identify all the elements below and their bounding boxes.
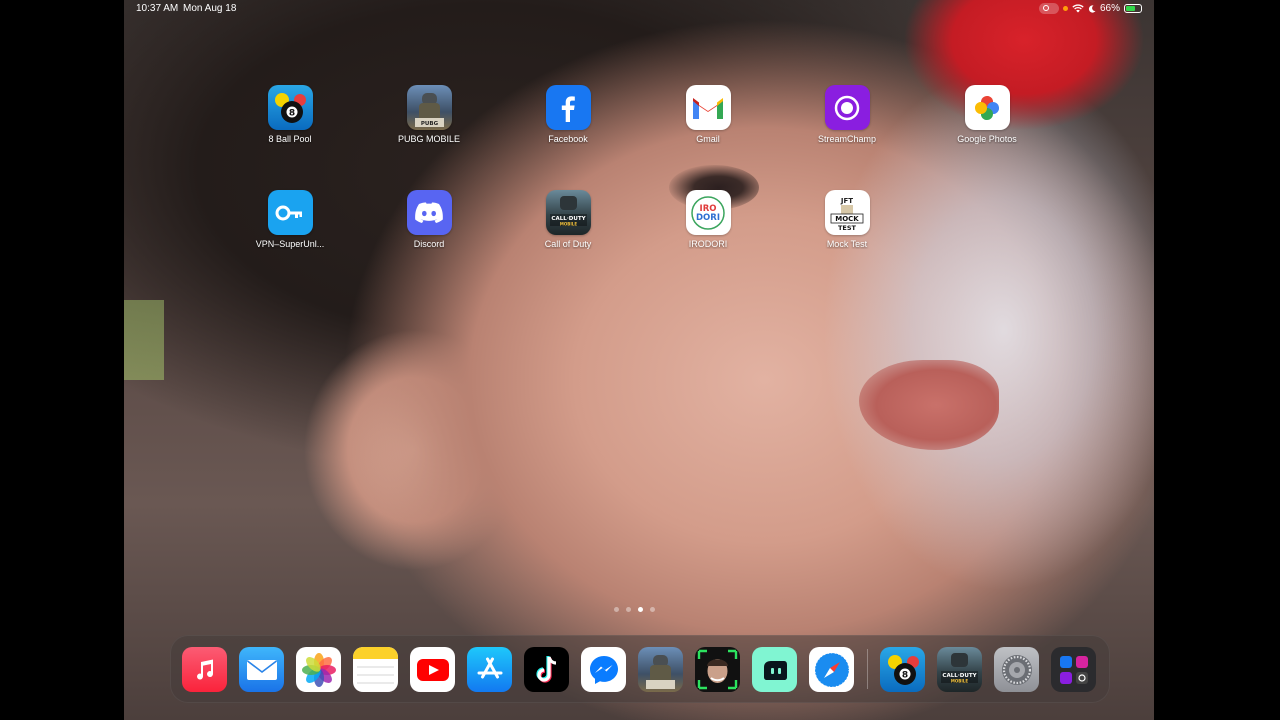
google-photos-icon <box>964 85 1010 130</box>
page-dot[interactable] <box>650 607 655 612</box>
privacy-dot-icon <box>1062 6 1068 11</box>
app-pubg-mobile[interactable]: PUBG PUBG MOBILE <box>384 85 474 144</box>
page-dot[interactable] <box>626 607 631 612</box>
svg-text:PUBG: PUBG <box>420 121 438 127</box>
app-label: Discord <box>413 239 445 249</box>
call-of-duty-icon[interactable]: CALL·DUTY MOBILE <box>937 647 982 692</box>
app-library-icon[interactable] <box>1051 647 1096 692</box>
notes-icon[interactable] <box>353 647 398 692</box>
app-mock-test[interactable]: JFT MOCK TEST Mock Test <box>802 190 892 249</box>
tiktok-icon[interactable] <box>524 647 569 692</box>
moon-icon <box>1088 4 1096 13</box>
streamchamp-icon <box>824 85 870 130</box>
app-google-photos[interactable]: Google Photos <box>942 85 1032 144</box>
svg-text:TEST: TEST <box>838 224 857 232</box>
status-right: 66% <box>1038 3 1142 14</box>
messenger-icon[interactable] <box>581 647 626 692</box>
svg-text:MOBILE: MOBILE <box>559 222 576 227</box>
svg-text:JFT: JFT <box>840 197 853 205</box>
svg-text:8: 8 <box>901 670 907 680</box>
photos-icon[interactable] <box>296 647 341 692</box>
app-label: IRODORI <box>688 239 728 249</box>
app-label: StreamChamp <box>817 134 877 144</box>
app-label: 8 Ball Pool <box>268 134 312 144</box>
screen-recording-icon[interactable] <box>1038 3 1059 14</box>
app-label: Gmail <box>696 134 720 144</box>
svg-text:DORI: DORI <box>696 213 720 223</box>
app-facebook[interactable]: Facebook <box>523 85 613 144</box>
status-time: 10:37 AM <box>136 3 179 14</box>
svg-text:MOBILE: MOBILE <box>951 679 968 684</box>
call-of-duty-icon: CALL·DUTY MOBILE <box>545 190 591 235</box>
wallpaper-detail <box>859 360 999 450</box>
wallpaper-detail <box>124 300 164 380</box>
facebook-icon <box>545 85 591 130</box>
irodori-icon: IRO DORI <box>685 190 731 235</box>
settings-icon[interactable] <box>994 647 1039 692</box>
page-dot[interactable] <box>614 607 619 612</box>
svg-text:8: 8 <box>289 108 295 118</box>
app-label: PUBG MOBILE <box>397 134 460 144</box>
app-label: Call of Duty <box>544 239 592 249</box>
battery-fill <box>1126 6 1135 11</box>
pubg-mobile-icon: PUBG <box>406 85 452 130</box>
app-label: Mock Test <box>826 239 868 249</box>
battery-percent: 66% <box>1099 3 1120 14</box>
app-call-of-duty[interactable]: CALL·DUTY MOBILE Call of Duty <box>523 190 613 249</box>
home-screen: 10:37 AM Mon Aug 18 66% 8 8 Ball Pool PU… <box>124 0 1154 720</box>
app-label: Google Photos <box>957 134 1017 144</box>
safari-icon[interactable] <box>809 647 854 692</box>
dock-separator <box>867 649 868 689</box>
eight-ball-pool-icon[interactable]: 8 <box>880 647 925 692</box>
pubg-mobile-icon[interactable] <box>638 647 683 692</box>
vpn-key-icon <box>267 190 313 235</box>
app-label: VPN–SuperUnl... <box>255 239 325 249</box>
app-vpn[interactable]: VPN–SuperUnl... <box>245 190 335 249</box>
app-discord[interactable]: Discord <box>384 190 474 249</box>
mail-icon[interactable] <box>239 647 284 692</box>
discord-icon <box>406 190 452 235</box>
page-indicator[interactable] <box>614 607 655 612</box>
battery-charging-icon <box>1124 4 1142 13</box>
eight-ball-pool-icon: 8 <box>267 85 313 130</box>
status-bar: 10:37 AM Mon Aug 18 66% <box>124 0 1154 18</box>
gmail-icon <box>685 85 731 130</box>
wifi-icon <box>1072 4 1084 13</box>
music-icon[interactable] <box>182 647 227 692</box>
app-streamchamp[interactable]: StreamChamp <box>802 85 892 144</box>
app-store-icon[interactable] <box>467 647 512 692</box>
app-gmail[interactable]: Gmail <box>663 85 753 144</box>
streamlabs-icon[interactable] <box>752 647 797 692</box>
page-dot-current[interactable] <box>638 607 643 612</box>
dock: 8 CALL·DUTY MOBILE <box>170 635 1110 703</box>
app-label: Facebook <box>548 134 588 144</box>
face-video-icon[interactable] <box>695 647 740 692</box>
mock-test-icon: JFT MOCK TEST <box>824 190 870 235</box>
youtube-icon[interactable] <box>410 647 455 692</box>
app-8-ball-pool[interactable]: 8 8 Ball Pool <box>245 85 335 144</box>
svg-text:MOCK: MOCK <box>835 215 859 223</box>
app-irodori[interactable]: IRO DORI IRODORI <box>663 190 753 249</box>
status-date: Mon Aug 18 <box>183 3 237 14</box>
